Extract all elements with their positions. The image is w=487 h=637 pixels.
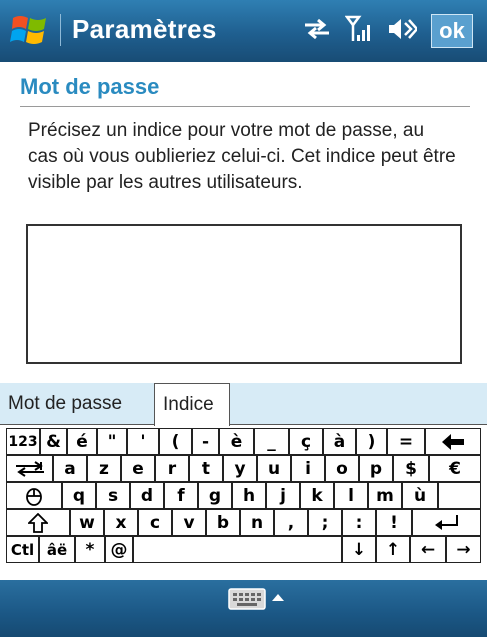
section-divider [20, 106, 470, 107]
key[interactable]: m [368, 482, 402, 509]
arrow-right-key[interactable]: → [446, 536, 481, 563]
key[interactable]: ! [376, 509, 412, 536]
shift-key[interactable] [6, 509, 70, 536]
key[interactable]: y [223, 455, 257, 482]
key[interactable]: @ [105, 536, 133, 563]
key[interactable]: b [206, 509, 240, 536]
ctrl-key[interactable]: Ctl [6, 536, 39, 563]
title-bar: Paramètres ok [0, 0, 487, 62]
key[interactable]: v [172, 509, 206, 536]
key[interactable]: j [266, 482, 300, 509]
key-spacer[interactable] [438, 482, 481, 509]
key[interactable]: u [257, 455, 291, 482]
space-key[interactable] [133, 536, 342, 563]
key[interactable]: a [53, 455, 87, 482]
key[interactable]: w [70, 509, 104, 536]
key[interactable]: n [240, 509, 274, 536]
key[interactable]: z [87, 455, 121, 482]
key[interactable]: ) [356, 428, 387, 455]
key[interactable]: & [40, 428, 67, 455]
key[interactable]: = [387, 428, 425, 455]
shift-icon [28, 512, 48, 533]
enter-icon [434, 514, 458, 530]
key[interactable]: c [138, 509, 172, 536]
key-123[interactable]: 123 [6, 428, 40, 455]
key[interactable]: à [323, 428, 356, 455]
key[interactable]: i [291, 455, 325, 482]
key[interactable]: k [300, 482, 334, 509]
section-title: Mot de passe [20, 74, 160, 99]
volume-icon[interactable] [387, 17, 419, 46]
keyboard-icon[interactable] [228, 588, 266, 610]
key[interactable]: g [198, 482, 232, 509]
key[interactable]: $ [393, 455, 429, 482]
key[interactable]: q [62, 482, 96, 509]
tab-strip-border [0, 424, 487, 425]
key[interactable]: - [192, 428, 219, 455]
key[interactable]: ; [308, 509, 342, 536]
key[interactable]: r [155, 455, 189, 482]
key[interactable]: x [104, 509, 138, 536]
keyboard-row-4: w x c v b n , ; : ! [6, 509, 481, 536]
description-text: Précisez un indice pour votre mot de pas… [28, 120, 456, 193]
arrow-up-key[interactable]: ↑ [376, 536, 410, 563]
key[interactable]: p [359, 455, 393, 482]
backspace-icon [442, 433, 464, 450]
key[interactable]: o [325, 455, 359, 482]
key[interactable]: l [334, 482, 368, 509]
key[interactable]: è [219, 428, 254, 455]
arrow-down-key[interactable]: ↓ [342, 536, 376, 563]
ok-button[interactable]: ok [431, 14, 473, 48]
backspace-key[interactable] [425, 428, 481, 455]
keyboard-row-3: q s d f g h j k l m ù [6, 482, 481, 509]
keyboard-row-2: a z e r t y u i o p $ € [6, 455, 481, 482]
title-separator [60, 14, 61, 46]
accent-key[interactable]: âë [39, 536, 75, 563]
menu-bar [0, 580, 487, 637]
tab-strip: Mot de passe Indice [0, 383, 487, 426]
key[interactable]: ç [289, 428, 323, 455]
key[interactable]: € [429, 455, 481, 482]
status-area: ok [303, 13, 473, 49]
key[interactable]: " [97, 428, 127, 455]
key[interactable]: ( [159, 428, 192, 455]
tab-password[interactable]: Mot de passe [0, 383, 154, 425]
key[interactable]: d [130, 482, 164, 509]
connectivity-icon[interactable] [303, 17, 331, 46]
key[interactable]: h [232, 482, 266, 509]
caps-lock-key[interactable] [6, 482, 62, 509]
app-title: Paramètres [72, 14, 217, 44]
input-panel-arrow-icon[interactable] [272, 594, 284, 601]
key[interactable]: s [96, 482, 130, 509]
tab-hint[interactable]: Indice [154, 383, 230, 426]
signal-strength-icon[interactable] [344, 15, 373, 48]
key[interactable]: é [67, 428, 97, 455]
hint-input[interactable] [26, 224, 462, 364]
key[interactable]: , [274, 509, 308, 536]
key[interactable]: f [164, 482, 198, 509]
arrow-left-key[interactable]: ← [410, 536, 446, 563]
caps-lock-icon [26, 487, 42, 506]
start-menu-icon[interactable] [10, 12, 50, 48]
tab-key[interactable] [6, 455, 53, 482]
key[interactable]: : [342, 509, 376, 536]
key[interactable]: ù [402, 482, 438, 509]
keyboard-row-1: 123 & é " ' ( - è _ ç à ) = [6, 428, 481, 455]
keyboard-row-5: Ctl âë * @ ↓ ↑ ← → [6, 536, 481, 563]
key[interactable]: t [189, 455, 223, 482]
key[interactable]: _ [254, 428, 289, 455]
key[interactable]: * [75, 536, 105, 563]
enter-key[interactable] [412, 509, 481, 536]
tab-icon [15, 460, 44, 477]
key[interactable]: e [121, 455, 155, 482]
key[interactable]: ' [127, 428, 159, 455]
